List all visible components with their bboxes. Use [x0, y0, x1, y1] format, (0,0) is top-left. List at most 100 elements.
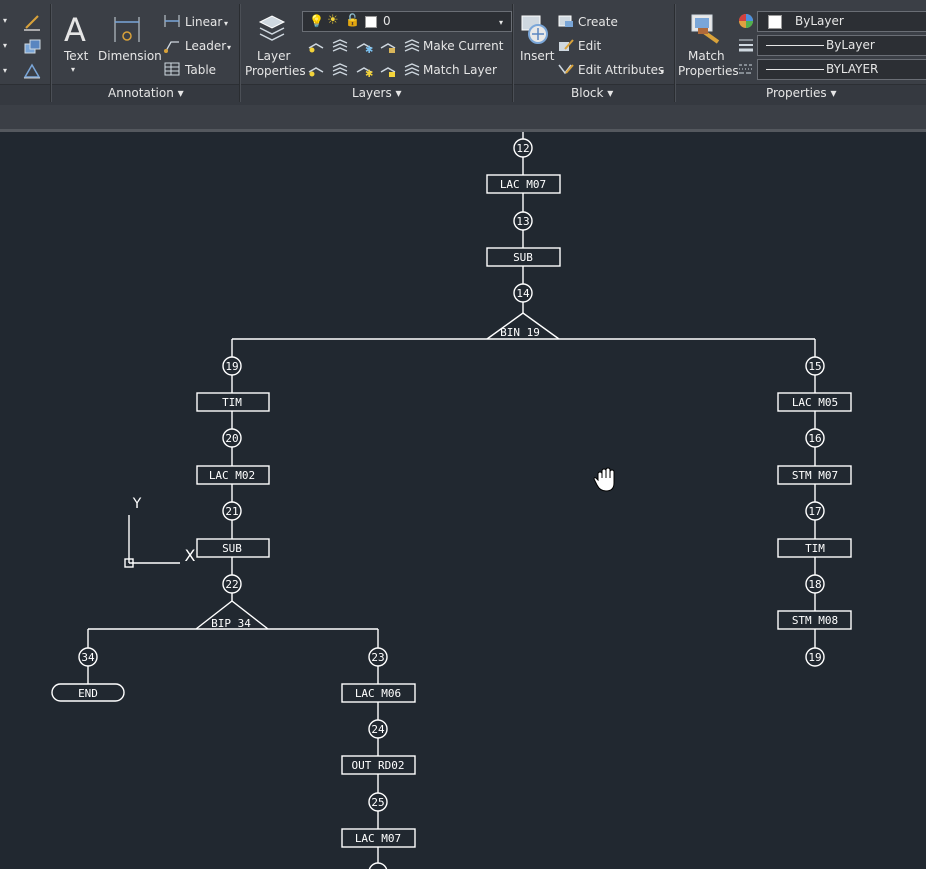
layer-lock-icon[interactable]: [379, 38, 397, 54]
node-label: 21: [225, 505, 238, 518]
edit-block-button[interactable]: Edit: [578, 39, 601, 53]
match-layer-icon[interactable]: [403, 62, 421, 78]
create-block-icon[interactable]: [557, 13, 575, 29]
dimension-icon[interactable]: [112, 14, 142, 46]
linear-button[interactable]: Linear: [185, 15, 222, 29]
drawing-canvas[interactable]: 12 13 14 19 20 21 22 15 16 17 18 19 34 2…: [0, 132, 926, 869]
copy-objects-icon[interactable]: [22, 37, 42, 57]
match-properties-icon[interactable]: [688, 12, 722, 46]
node-label: 23: [371, 651, 384, 664]
color-swatch: [768, 15, 782, 29]
text-icon[interactable]: A: [60, 12, 90, 46]
leader-button[interactable]: Leader: [185, 39, 226, 53]
text-dropdown-icon[interactable]: ▾: [71, 63, 75, 77]
edit-block-icon[interactable]: [557, 37, 575, 53]
layer-unisolate-icon[interactable]: [331, 62, 349, 78]
linetype-preview: [766, 45, 824, 46]
layer-properties-label-1[interactable]: Layer: [257, 49, 290, 63]
box-label: STM M08: [792, 614, 838, 627]
layers-panel-title[interactable]: Layers ▾: [352, 86, 402, 100]
node-label: 16: [808, 432, 821, 445]
match-properties-label-1[interactable]: Match: [688, 49, 725, 63]
linetype-icon: [739, 64, 753, 74]
node-label: 15: [808, 360, 821, 373]
ribbon: ▾ ▾ ▾ A Text ▾ Dimension Linear ▾ Leader: [0, 0, 926, 105]
dropdown-arrow-icon[interactable]: ▾: [3, 14, 7, 28]
layer-isolate-icon[interactable]: [331, 38, 349, 54]
edit-attributes-button[interactable]: Edit Attributes: [578, 63, 664, 77]
ucs-y-label: Y: [132, 496, 142, 512]
insert-block-icon[interactable]: [518, 12, 550, 46]
branch-label: BIN 19: [500, 326, 540, 339]
edit-attributes-dropdown-icon[interactable]: ▾: [660, 65, 664, 79]
layer-properties-label-2[interactable]: Properties: [245, 64, 306, 78]
lineweight-value: BYLAYER: [826, 62, 879, 76]
layer-on-bulb-icon: 💡: [309, 14, 324, 28]
node-marker[interactable]: [368, 862, 388, 869]
panel-separator: [512, 4, 514, 102]
node-label: 19: [808, 651, 821, 664]
block-panel-title[interactable]: Block ▾: [571, 86, 613, 100]
create-block-button[interactable]: Create: [578, 15, 618, 29]
leader-icon[interactable]: [163, 37, 181, 53]
node-label: 34: [81, 651, 95, 664]
text-button-label[interactable]: Text: [64, 49, 88, 63]
unlock-icon: 🔓: [345, 13, 360, 27]
node-label: 18: [808, 578, 821, 591]
layer-dropdown-arrow-icon: ▾: [499, 18, 504, 27]
layer-properties-icon[interactable]: [256, 12, 286, 44]
box-label: LAC M07: [500, 178, 546, 191]
lineweight-preview: [766, 69, 824, 70]
panel-separator: [674, 4, 676, 102]
table-icon[interactable]: [163, 61, 181, 77]
modify-pencil-icon[interactable]: [22, 12, 42, 32]
properties-panel-title[interactable]: Properties ▾: [766, 86, 837, 100]
layer-thaw-icon[interactable]: ✱: [355, 62, 373, 78]
leader-dropdown-icon[interactable]: ▾: [227, 41, 231, 55]
linear-dimension-icon[interactable]: [163, 13, 181, 29]
freeze-sun-icon: ☀: [327, 13, 339, 28]
panel-separator: [50, 4, 52, 102]
make-current-button[interactable]: Make Current: [423, 39, 504, 53]
layer-on-icon[interactable]: [307, 62, 325, 78]
match-properties-label-2[interactable]: Properties: [678, 64, 739, 78]
linear-dropdown-icon[interactable]: ▾: [224, 17, 228, 31]
drawing-svg[interactable]: 12 13 14 19 20 21 22 15 16 17 18 19 34 2…: [0, 132, 926, 869]
dropdown-arrow-icon[interactable]: ▾: [3, 64, 7, 78]
linetype-dropdown[interactable]: ByLayer: [757, 35, 926, 56]
box-label: TIM: [805, 542, 825, 555]
layer-dropdown[interactable]: 💡 ☀ 🔓 0 ▾: [302, 11, 512, 32]
box-label: TIM: [222, 396, 242, 409]
current-layer-name: 0: [383, 14, 391, 28]
panel-separator: [239, 4, 241, 102]
layer-off-icon[interactable]: [307, 38, 325, 54]
branch-label: BIP 34: [211, 617, 251, 630]
stretch-icon[interactable]: [22, 61, 42, 81]
table-button[interactable]: Table: [185, 63, 216, 77]
box-label: LAC M02: [209, 469, 255, 482]
node-label: 20: [225, 432, 238, 445]
layer-freeze-icon[interactable]: ✱: [355, 38, 373, 54]
box-label: LAC M06: [355, 687, 401, 700]
lineweight-dropdown[interactable]: BYLAYER: [757, 59, 926, 80]
box-label: SUB: [222, 542, 242, 555]
node-label: 22: [225, 578, 238, 591]
layer-unlock-icon[interactable]: [379, 62, 397, 78]
end-label: END: [78, 687, 98, 700]
svg-text:✱: ✱: [365, 45, 373, 54]
node-label: 12: [516, 142, 529, 155]
ucs-x-label: X: [185, 546, 196, 565]
color-dropdown[interactable]: ByLayer: [757, 11, 926, 32]
dropdown-arrow-icon[interactable]: ▾: [3, 39, 7, 53]
box-label: LAC M05: [792, 396, 838, 409]
make-current-icon[interactable]: [403, 38, 421, 54]
match-layer-button[interactable]: Match Layer: [423, 63, 497, 77]
annotation-panel-title[interactable]: Annotation ▾: [108, 86, 184, 100]
file-tab-bar: [0, 105, 926, 129]
dimension-button-label[interactable]: Dimension: [98, 49, 162, 63]
edit-attributes-icon[interactable]: [557, 61, 575, 77]
node-label: 17: [808, 505, 821, 518]
node-label: 25: [371, 796, 384, 809]
box-label: STM M07: [792, 469, 838, 482]
insert-button-label[interactable]: Insert: [520, 49, 554, 63]
